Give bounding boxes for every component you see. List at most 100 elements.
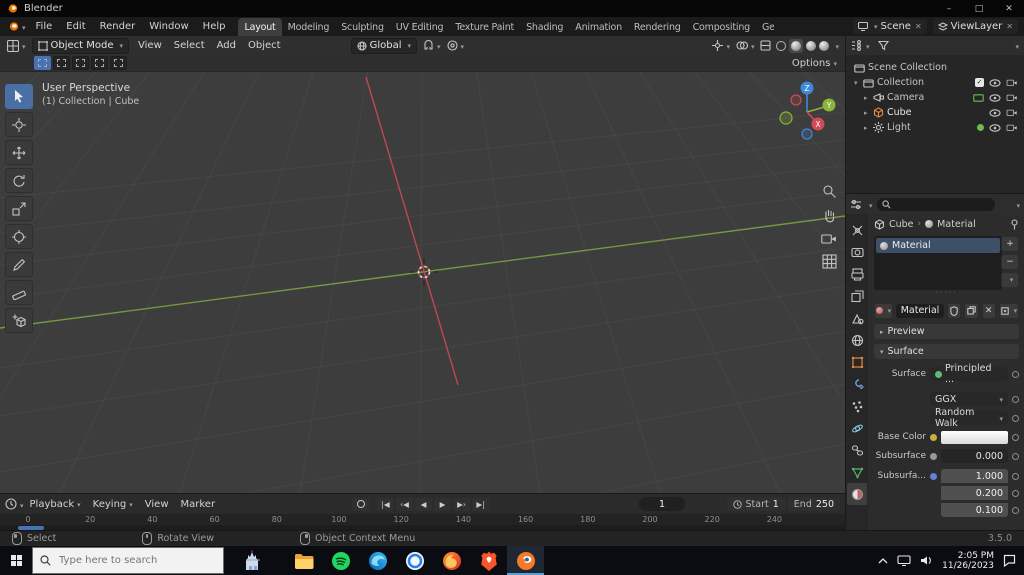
shading-solid-button[interactable]	[789, 38, 804, 53]
light-data-icon[interactable]	[977, 124, 984, 131]
viewport-canvas[interactable]: Z Y X	[0, 72, 845, 493]
hide-eye-icon[interactable]	[989, 93, 1001, 102]
zoom-icon[interactable]	[822, 184, 837, 199]
material-name-field[interactable]: Material	[895, 303, 945, 318]
collection-checkbox[interactable]: ✓	[975, 78, 984, 87]
outliner-editor-caret[interactable]	[863, 39, 870, 52]
surface-section-header[interactable]: ▾ Surface	[874, 344, 1019, 359]
menu-object[interactable]: Object	[242, 40, 287, 51]
tool-move[interactable]	[5, 140, 33, 165]
tab-render[interactable]	[847, 241, 867, 263]
show-gizmo-toggle[interactable]	[712, 39, 730, 52]
menu-file[interactable]: File	[29, 17, 60, 36]
tab-output[interactable]	[847, 263, 867, 285]
radius-value-slider[interactable]: 0.100	[941, 503, 1008, 517]
subsurface-value-slider[interactable]: 0.000	[941, 449, 1008, 463]
start-button[interactable]	[0, 546, 32, 575]
shading-wireframe-button[interactable]	[776, 40, 787, 51]
remove-slot-button[interactable]: −	[1001, 254, 1019, 270]
app-menu-button[interactable]	[8, 20, 26, 33]
select-mode-extend[interactable]	[53, 56, 70, 70]
outliner-row-camera[interactable]: ▸ Camera	[846, 90, 1024, 105]
app-castle-game[interactable]	[234, 546, 271, 575]
proportional-editing-toggle[interactable]	[446, 39, 465, 52]
overlays-toggle[interactable]	[736, 39, 755, 52]
browse-material-button[interactable]	[874, 302, 893, 319]
expand-arrow-icon[interactable]: ▸	[864, 94, 873, 102]
tool-rotate[interactable]	[5, 168, 33, 193]
tool-annotate[interactable]	[5, 252, 33, 277]
keyframe-dot[interactable]	[1012, 472, 1019, 480]
expand-arrow-icon[interactable]: ▸	[864, 109, 873, 117]
tool-measure[interactable]	[5, 280, 33, 305]
options-dropdown[interactable]: Options	[792, 58, 837, 69]
shading-caret[interactable]	[832, 39, 839, 52]
select-mode-intersect[interactable]	[110, 56, 127, 70]
gizmo-minus-x[interactable]	[790, 94, 802, 106]
radius-value-slider[interactable]: 1.000	[941, 469, 1008, 483]
tab-tool[interactable]	[847, 219, 867, 241]
expand-arrow-icon[interactable]: ▾	[854, 79, 863, 87]
network-icon[interactable]	[897, 555, 911, 566]
volume-icon[interactable]	[920, 555, 933, 566]
radius-value-slider[interactable]: 0.200	[941, 486, 1008, 500]
gizmo-minus-y[interactable]	[779, 111, 793, 125]
properties-filter-caret[interactable]	[1013, 198, 1020, 211]
taskbar-search[interactable]	[32, 547, 224, 574]
mode-dropdown[interactable]: Object Mode	[31, 37, 130, 54]
snap-toggle[interactable]	[423, 39, 441, 52]
editor-type-button[interactable]	[7, 39, 26, 52]
app-edge[interactable]	[359, 546, 396, 575]
tab-animation[interactable]: Animation	[569, 18, 628, 36]
render-camera-icon[interactable]	[1006, 123, 1018, 132]
tool-scale[interactable]	[5, 196, 33, 221]
base-color-swatch[interactable]	[941, 430, 1008, 444]
tray-expand-icon[interactable]	[878, 557, 888, 564]
hide-eye-icon[interactable]	[989, 123, 1001, 132]
render-camera-icon[interactable]	[1006, 78, 1018, 87]
filter-funnel-icon[interactable]	[877, 40, 889, 51]
menu-playback[interactable]: Playback	[24, 499, 87, 510]
keyframe-dot[interactable]	[1012, 395, 1019, 403]
app-spotify[interactable]	[322, 546, 359, 575]
menu-select[interactable]: Select	[168, 40, 211, 51]
tab-view-layer[interactable]	[847, 285, 867, 307]
add-slot-button[interactable]: +	[1001, 236, 1019, 252]
tab-modifiers[interactable]	[847, 373, 867, 395]
scene-selector[interactable]: Scene	[852, 19, 927, 34]
new-material-button[interactable]	[964, 302, 979, 319]
app-blender[interactable]	[507, 546, 544, 575]
viewlayer-selector[interactable]: ViewLayer	[932, 19, 1018, 34]
active-camera-icon[interactable]	[973, 93, 984, 102]
orientation-dropdown[interactable]: Global	[350, 37, 417, 54]
unlink-material-button[interactable]: ✕	[981, 302, 996, 319]
expand-arrow-icon[interactable]: ▸	[864, 124, 873, 132]
keyframe-dot[interactable]	[1012, 433, 1019, 441]
xray-toggle[interactable]	[760, 40, 772, 51]
tab-modeling[interactable]: Modeling	[282, 18, 336, 36]
breadcrumb-object[interactable]: Cube	[889, 219, 914, 230]
next-keyframe-button[interactable]: ▶›	[453, 497, 470, 511]
material-slot-selected[interactable]: Material	[876, 238, 1000, 253]
minimize-button[interactable]	[934, 0, 964, 17]
tool-select-box[interactable]	[5, 84, 33, 109]
outliner-filter-caret[interactable]	[1012, 39, 1019, 52]
taskbar-clock[interactable]: 2:05 PM 11/26/2023	[942, 551, 994, 571]
subsurface-method-dropdown[interactable]: Random Walk	[930, 407, 1008, 429]
menu-add[interactable]: Add	[211, 40, 242, 51]
search-input[interactable]	[57, 554, 201, 567]
tool-cursor[interactable]	[5, 112, 33, 137]
keyframe-dot[interactable]	[1012, 370, 1019, 378]
end-frame-field[interactable]: End 250	[787, 497, 840, 511]
start-frame-field[interactable]: Start 1	[726, 497, 785, 511]
keyframe-dot[interactable]	[1012, 506, 1019, 514]
action-center-icon[interactable]	[1003, 554, 1016, 567]
select-mode-invert[interactable]	[91, 56, 108, 70]
hide-eye-icon[interactable]	[989, 78, 1001, 87]
hide-eye-icon[interactable]	[989, 108, 1001, 117]
select-mode-new[interactable]	[34, 56, 51, 70]
camera-view-icon[interactable]	[821, 232, 837, 245]
tab-particles[interactable]	[847, 395, 867, 417]
pin-icon[interactable]	[1010, 218, 1019, 230]
pan-hand-icon[interactable]	[822, 208, 837, 223]
